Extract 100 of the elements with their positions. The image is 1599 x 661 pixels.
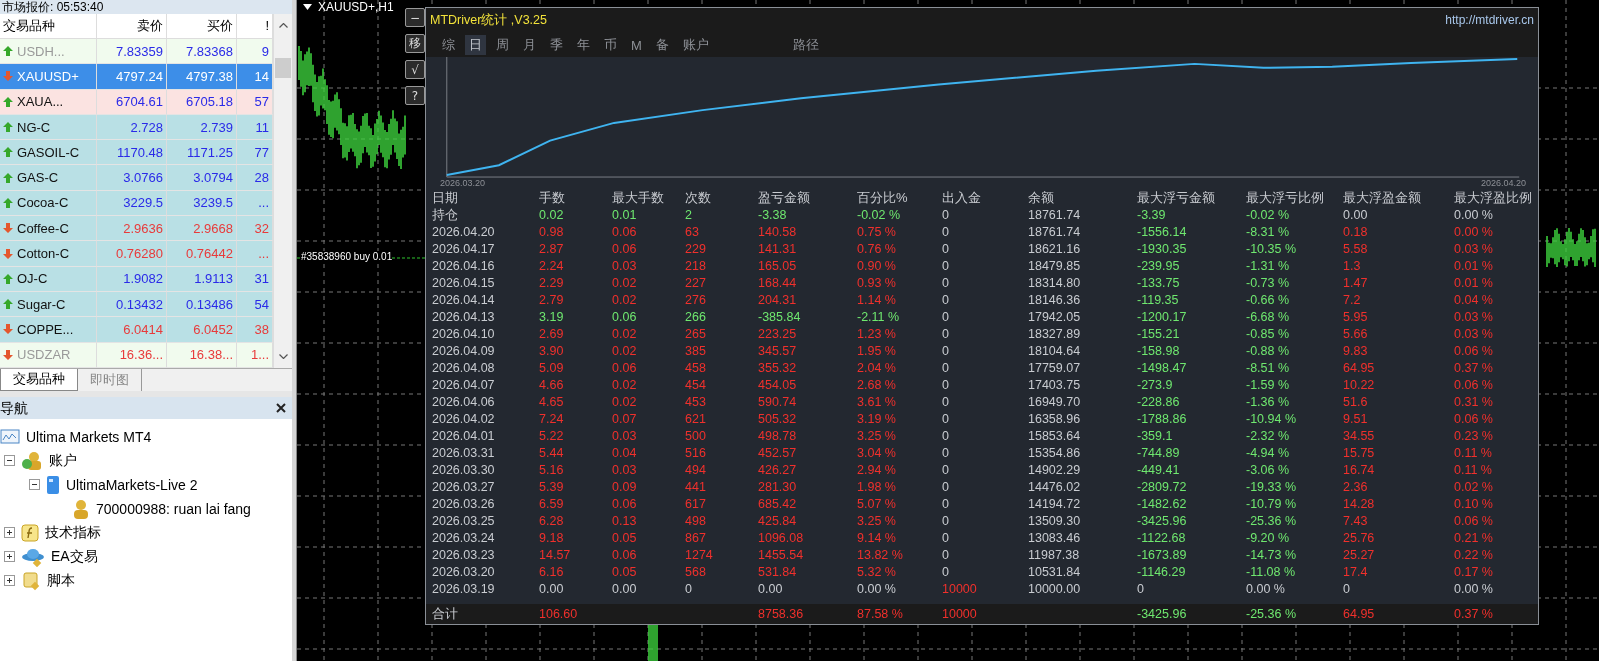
table-cell-text: 18621.16 <box>1028 241 1082 258</box>
table-cell-text: -0.02 % <box>857 207 902 224</box>
table-cell-text: -3.06 % <box>1246 462 1291 479</box>
table-cell-text: 505.32 <box>758 411 798 428</box>
quote-row[interactable]: OJ-C 1.9082 1.9113 31 <box>0 266 273 292</box>
chart-tool-button[interactable]: − <box>405 8 425 27</box>
stats-tab[interactable]: 综 <box>438 35 459 55</box>
expand-toggle[interactable] <box>4 575 15 587</box>
table-cell-text: 2026.04.20 <box>432 224 496 241</box>
stats-tab[interactable]: 周 <box>492 35 513 55</box>
table-cell-text: 0.06 <box>612 224 638 241</box>
tree-item[interactable]: 700000988: ruan lai fang <box>96 500 251 517</box>
table-cell-text: 9.14 % <box>857 530 897 547</box>
table-cell-text: -119.35 <box>1137 292 1180 309</box>
close-icon[interactable] <box>276 402 286 413</box>
table-cell-text: 218 <box>685 258 707 275</box>
table-cell-text: -1788.86 <box>1137 411 1188 428</box>
tree-item[interactable]: Ultima Markets MT4 <box>26 428 152 445</box>
stats-tab[interactable]: 账户 <box>678 35 713 55</box>
table-cell-text: 5.95 <box>1343 309 1369 326</box>
table-cell-text: 7.24 <box>539 411 565 428</box>
table-cell-text: 2026.03.31 <box>432 445 496 462</box>
table-cell-text: 0 <box>942 292 950 309</box>
table-cell-text: 590.74 <box>758 394 798 411</box>
column-header: 出入金 <box>942 189 982 207</box>
column-header: 百分比% <box>857 189 909 207</box>
tree-item[interactable]: 账户 <box>49 451 77 470</box>
table-cell-text: 11987.38 <box>1028 547 1081 564</box>
table-cell-text: -1.59 % <box>1246 377 1291 394</box>
table-cell-text: 453 <box>685 394 707 411</box>
table-cell-text: -0.66 % <box>1246 292 1291 309</box>
quote-row[interactable]: USDZAR 16.36... 16.38... 1... <box>0 342 273 368</box>
table-cell-text: 0.05 <box>612 530 638 547</box>
tree-item[interactable]: 脚本 <box>47 571 75 590</box>
quote-row[interactable]: Coffee-C 2.9636 2.9668 32 <box>0 216 273 242</box>
symbol-name: Coffee-C <box>17 220 69 236</box>
expand-toggle[interactable] <box>4 527 15 539</box>
table-cell-text: 25.76 <box>1343 530 1376 547</box>
table-cell-text: -239.95 <box>1137 258 1181 275</box>
stats-tab[interactable]: 路径 <box>788 35 823 55</box>
table-cell-text: -1200.17 <box>1137 309 1188 326</box>
bid-price: 3.0766 <box>123 170 163 186</box>
stats-tab[interactable]: 备 <box>651 35 673 55</box>
scroll-thumb[interactable] <box>275 58 291 78</box>
tree-item[interactable]: EA交易 <box>51 547 98 566</box>
stats-tab[interactable]: 日 <box>465 35 486 55</box>
ask-price: 0.76442 <box>186 246 233 261</box>
stats-tab[interactable]: 月 <box>519 35 540 55</box>
people-icon <box>21 450 43 471</box>
spread-value: ... <box>258 195 269 211</box>
stats-tab[interactable]: M <box>627 35 646 55</box>
table-cell-text: 0.02 % <box>1454 479 1494 496</box>
table-cell-text: 0.22 % <box>1454 547 1494 564</box>
stats-tab[interactable]: 季 <box>546 35 567 55</box>
quote-row[interactable]: XAUA... 6704.61 6705.18 57 <box>0 89 273 115</box>
table-cell-text: 3.61 % <box>857 394 897 411</box>
ask-price: 16.38... <box>189 347 233 363</box>
website-link[interactable]: http://mtdriver.cn <box>1445 13 1534 27</box>
table-cell-text: 1.3 <box>1343 258 1362 275</box>
table-cell-text: 0 <box>942 326 950 343</box>
table-cell-text: 0 <box>942 207 950 224</box>
scrollbar[interactable] <box>273 14 292 368</box>
scroll-up-icon <box>278 23 288 28</box>
table-cell-text: 0.00 <box>758 581 784 598</box>
panel-tab[interactable]: 交易品种 <box>0 368 78 391</box>
quote-row[interactable]: GAS-C 3.0766 3.0794 28 <box>0 165 273 191</box>
column-header: 最大浮盈金额 <box>1343 189 1422 207</box>
chart-tool-button[interactable]: √ <box>405 60 425 79</box>
chart-tool-button[interactable]: ? <box>405 86 425 105</box>
table-cell-text: 2.68 % <box>857 377 897 394</box>
stats-tab[interactable]: 年 <box>573 35 594 55</box>
spread-value: 28 <box>254 170 269 186</box>
table-cell-text: 18314.80 <box>1028 275 1082 292</box>
quote-row[interactable]: NG-C 2.728 2.739 11 <box>0 114 273 141</box>
tree-item[interactable]: 技术指标 <box>45 523 101 542</box>
quote-row[interactable]: GASOIL-C 1170.48 1171.25 77 <box>0 140 273 166</box>
table-cell-text: 2.94 % <box>857 462 897 479</box>
table-cell-text: 0.03 <box>612 462 638 479</box>
table-cell-text: 2.24 <box>539 258 565 275</box>
chart-tool-button[interactable]: 移 <box>405 34 425 53</box>
tree-item[interactable]: UltimaMarkets-Live 2 <box>66 476 198 493</box>
table-cell-text: 204.31 <box>758 292 798 309</box>
expand-toggle[interactable] <box>4 551 15 563</box>
table-cell-text: 0 <box>942 411 950 428</box>
table-cell-text: 385 <box>685 343 707 360</box>
quote-row[interactable]: Cocoa-C 3229.5 3239.5 ... <box>0 190 273 217</box>
quote-row[interactable]: Sugar-C 0.13432 0.13486 54 <box>0 291 273 318</box>
table-cell-text: 0.11 % <box>1454 445 1493 462</box>
quote-row[interactable]: Cotton-C 0.76280 0.76442 ... <box>0 241 273 267</box>
quote-row[interactable]: COPPE... 6.0414 6.0452 38 <box>0 317 273 343</box>
table-cell-text: 265 <box>685 326 707 343</box>
stats-tab[interactable]: 币 <box>600 35 621 55</box>
spread-value: ... <box>258 246 269 261</box>
table-cell-text: 3.04 % <box>857 445 897 462</box>
quote-row[interactable]: USDH... 7.83359 7.83368 9 <box>0 39 273 65</box>
symbol-name: NG-C <box>17 119 51 135</box>
expand-toggle[interactable] <box>29 479 40 491</box>
table-cell-text: 3.25 % <box>857 513 897 530</box>
panel-title: MTDriver统计 ,V3.25 <box>430 11 547 29</box>
expand-toggle[interactable] <box>4 455 15 467</box>
